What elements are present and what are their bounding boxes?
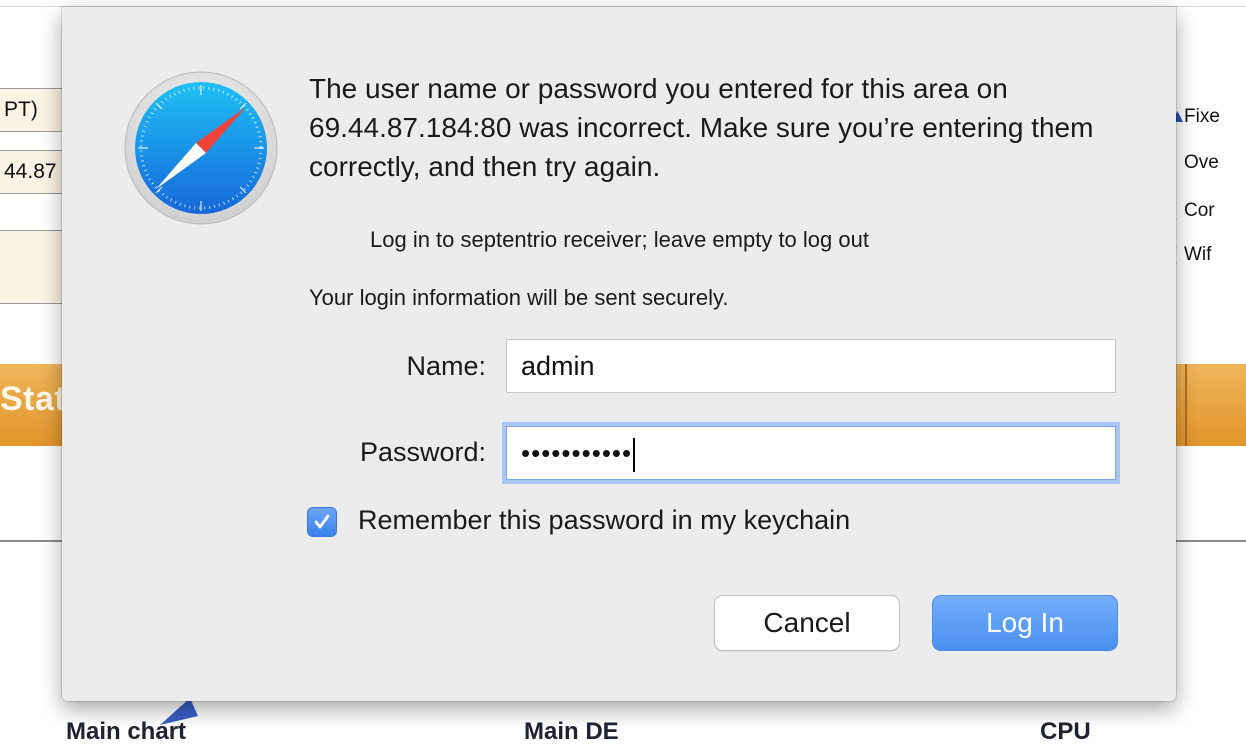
bottom-label-main-chart: Main chart xyxy=(66,718,187,745)
timezone-field: PT) xyxy=(0,88,70,132)
error-message: The user name or password you entered fo… xyxy=(309,73,1094,182)
bottom-label-cpu: CPU xyxy=(1040,718,1091,745)
password-field[interactable]: ••••••••••• xyxy=(506,426,1116,480)
empty-field xyxy=(0,230,70,304)
header-separator xyxy=(1185,364,1187,446)
cancel-button[interactable]: Cancel xyxy=(714,595,900,651)
password-mask: ••••••••••• xyxy=(521,438,633,468)
text-caret xyxy=(633,437,636,472)
bottom-label-main-de: Main DE xyxy=(524,718,619,745)
remember-password-checkbox[interactable] xyxy=(307,507,337,537)
realm-message: Log in to septentrio receiver; leave emp… xyxy=(370,227,869,252)
auth-dialog: The user name or password you entered fo… xyxy=(62,7,1176,701)
ip-address-field: 44.87 xyxy=(0,150,70,194)
secure-login-note: Your login information will be sent secu… xyxy=(309,285,729,310)
status-header-label: Stat xyxy=(0,380,67,418)
safari-compass-icon xyxy=(124,71,278,225)
name-label: Name: xyxy=(406,351,486,381)
name-value: admin xyxy=(521,351,595,381)
log-in-button[interactable]: Log In xyxy=(932,595,1118,651)
password-label: Password: xyxy=(359,437,486,467)
remember-password-label[interactable]: Remember this password in my keychain xyxy=(358,505,850,536)
checkmark-icon xyxy=(314,514,330,529)
name-field[interactable]: admin xyxy=(506,339,1116,393)
